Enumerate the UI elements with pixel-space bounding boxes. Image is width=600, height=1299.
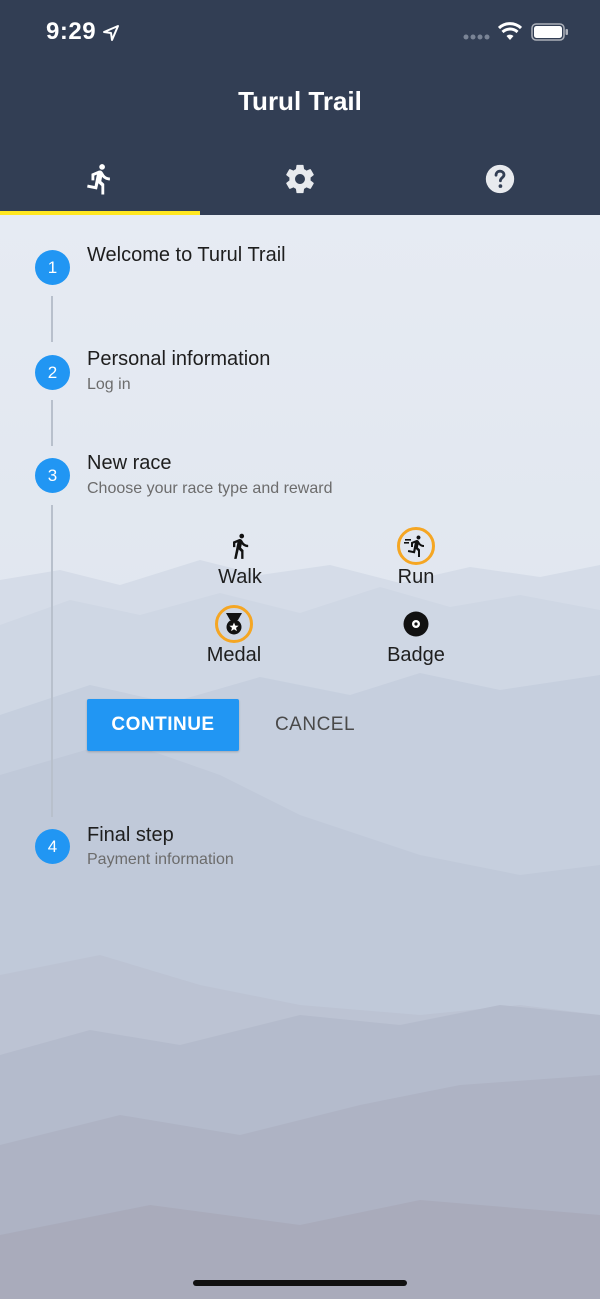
app-title: Turul Trail (238, 86, 362, 116)
option-run-label: Run (397, 566, 435, 588)
option-walk-label: Walk (218, 566, 262, 588)
step-number-4[interactable]: 4 (35, 829, 70, 864)
step-title-new-race[interactable]: New race (87, 452, 171, 475)
wifi-icon (498, 22, 522, 40)
step-title-final-step[interactable]: Final step (87, 824, 174, 847)
tab-race[interactable] (0, 142, 200, 215)
continue-button[interactable]: CONTINUE (87, 699, 239, 751)
medal-icon (215, 605, 253, 643)
step-subtitle-log-in: Log in (87, 376, 131, 393)
step-connector (51, 505, 53, 817)
gear-icon (286, 164, 314, 193)
cellular-signal-icon (463, 34, 490, 40)
step-title-personal-information[interactable]: Personal information (87, 348, 270, 371)
run-icon (397, 527, 435, 565)
help-icon (485, 164, 515, 193)
tab-bar (0, 142, 600, 215)
app-header: 9:29 Turul Trail (0, 0, 600, 215)
option-walk[interactable]: Walk (180, 526, 300, 589)
active-tab-indicator (0, 211, 200, 215)
location-arrow-icon (103, 25, 119, 41)
option-badge-label: Badge (387, 644, 445, 666)
tab-help[interactable] (400, 142, 600, 215)
cancel-button[interactable]: CANCEL (262, 699, 368, 751)
step-number-3[interactable]: 3 (35, 458, 70, 493)
option-medal-label: Medal (206, 644, 262, 666)
step-subtitle-race-type: Choose your race type and reward (87, 480, 333, 497)
status-bar: 9:29 (0, 0, 600, 66)
home-indicator[interactable] (193, 1280, 407, 1286)
step-subtitle-payment: Payment information (87, 851, 234, 868)
option-medal[interactable]: Medal (174, 604, 294, 667)
step-number-1[interactable]: 1 (35, 250, 70, 285)
running-icon (87, 163, 110, 195)
option-run[interactable]: Run (356, 526, 476, 589)
step-connector (51, 400, 53, 446)
battery-icon (531, 23, 568, 41)
badge-icon (403, 611, 429, 637)
step-number-2[interactable]: 2 (35, 355, 70, 390)
step-connector (51, 296, 53, 342)
step-title-welcome[interactable]: Welcome to Turul Trail (87, 244, 286, 267)
walk-icon (233, 533, 249, 559)
status-time: 9:29 (46, 18, 97, 45)
tab-settings[interactable] (200, 142, 400, 215)
option-badge[interactable]: Badge (356, 604, 476, 667)
